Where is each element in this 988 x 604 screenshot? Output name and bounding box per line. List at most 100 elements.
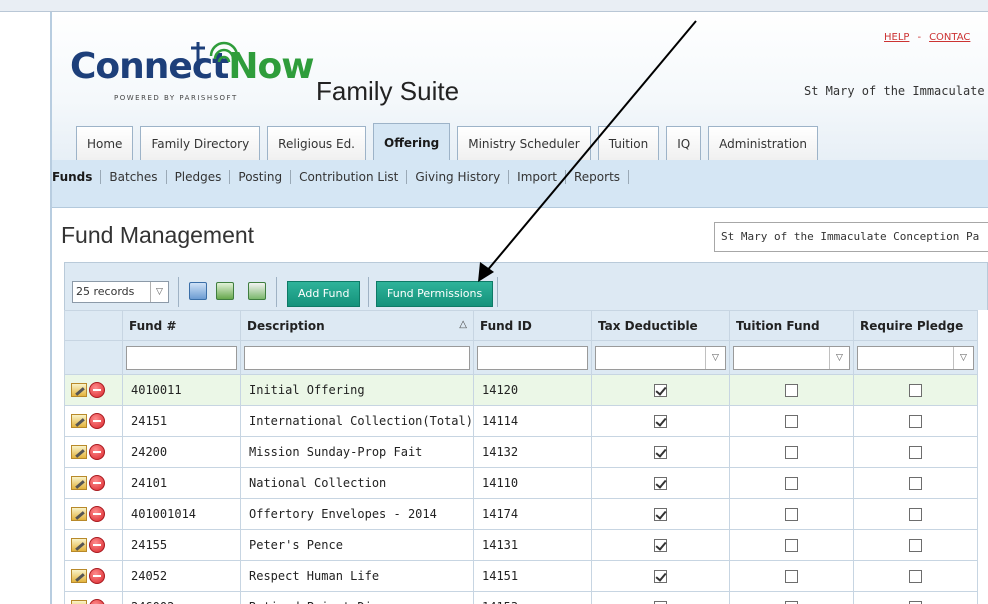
- require-pledge-checkbox[interactable]: [909, 477, 922, 490]
- contact-link[interactable]: CONTAC: [929, 32, 970, 43]
- subnav-import[interactable]: Import: [509, 170, 566, 184]
- delete-icon[interactable]: [89, 568, 105, 584]
- edit-icon[interactable]: [71, 414, 87, 428]
- tuition-fund-checkbox[interactable]: [785, 446, 798, 459]
- records-per-page-select[interactable]: 25 records ▽: [72, 281, 169, 303]
- delete-icon[interactable]: [89, 413, 105, 429]
- fund-id-cell: 14151: [473, 560, 592, 592]
- fund-number-cell: 24151: [122, 405, 241, 437]
- tuition-fund-checkbox[interactable]: [785, 477, 798, 490]
- tax-deductible-filter-select[interactable]: ▽: [595, 345, 726, 370]
- tuition-fund-checkbox[interactable]: [785, 508, 798, 521]
- table-row[interactable]: 246002Retired Priest Diocese14153: [64, 591, 978, 604]
- delete-icon[interactable]: [89, 382, 105, 398]
- column-header-fund-id[interactable]: Fund ID: [473, 310, 592, 341]
- edit-icon[interactable]: [71, 538, 87, 552]
- sort-ascending-icon: △: [459, 318, 467, 330]
- tax-deductible-checkbox[interactable]: [654, 446, 667, 459]
- require-pledge-checkbox[interactable]: [909, 570, 922, 583]
- tab-tuition[interactable]: Tuition: [597, 126, 660, 160]
- table-row[interactable]: 401001014 Offertory Envelopes - 2014 14174: [64, 498, 978, 530]
- connectnow-logo[interactable]: ConnectNow POWERED BY PARISHSOFT: [70, 38, 315, 108]
- description-cell: Initial Offering: [240, 374, 474, 406]
- tax-deductible-checkbox[interactable]: [654, 477, 667, 490]
- subnav-posting[interactable]: Posting: [230, 170, 292, 184]
- tab-home[interactable]: Home: [76, 126, 134, 160]
- wifi-cross-icon: [191, 41, 239, 64]
- tuition-fund-checkbox[interactable]: [785, 415, 798, 428]
- table-row[interactable]: 24200 Mission Sunday-Prop Fait 14132: [64, 436, 978, 468]
- main-tabs: Home Family Directory Religious Ed. Offe…: [76, 123, 825, 160]
- require-pledge-checkbox[interactable]: [909, 508, 922, 521]
- tuition-fund-checkbox[interactable]: [785, 570, 798, 583]
- tax-deductible-checkbox[interactable]: [654, 539, 667, 552]
- help-link[interactable]: HELP: [884, 32, 909, 43]
- subnav-giving-history[interactable]: Giving History: [407, 170, 510, 184]
- require-pledge-cell: [853, 436, 978, 468]
- column-header-fund-number[interactable]: Fund #: [122, 310, 241, 341]
- tab-administration[interactable]: Administration: [708, 126, 818, 160]
- add-fund-button[interactable]: Add Fund: [287, 281, 361, 307]
- delete-icon[interactable]: [89, 506, 105, 522]
- subnav-batches[interactable]: Batches: [101, 170, 167, 184]
- subnav-reports[interactable]: Reports: [566, 170, 630, 184]
- tuition-fund-checkbox[interactable]: [785, 384, 798, 397]
- parish-select[interactable]: St Mary of the Immaculate Conception Pa: [714, 222, 988, 252]
- table-row[interactable]: 24155 Peter's Pence 14131: [64, 529, 978, 561]
- row-actions: [64, 591, 123, 604]
- tax-deductible-checkbox[interactable]: [654, 384, 667, 397]
- require-pledge-cell: [853, 591, 978, 604]
- description-filter-input[interactable]: [244, 345, 470, 370]
- require-pledge-cell: [853, 405, 978, 437]
- tuition-fund-checkbox[interactable]: [785, 539, 798, 552]
- table-row[interactable]: 24151 International Collection(Total) 1411…: [64, 405, 978, 437]
- tab-iq[interactable]: IQ: [666, 126, 702, 160]
- table-row[interactable]: 24052 Respect Human Life 14151: [64, 560, 978, 592]
- tax-deductible-checkbox[interactable]: [654, 570, 667, 583]
- fund-id-cell: 14174: [473, 498, 592, 530]
- delete-icon[interactable]: [89, 599, 105, 604]
- subnav-contribution-list[interactable]: Contribution List: [291, 170, 408, 184]
- tab-religious-ed[interactable]: Religious Ed.: [267, 126, 366, 160]
- table-row[interactable]: 24101 National Collection 14110: [64, 467, 978, 499]
- fund-permissions-button[interactable]: Fund Permissions: [376, 281, 494, 307]
- tab-family-directory[interactable]: Family Directory: [140, 126, 261, 160]
- delete-icon[interactable]: [89, 537, 105, 553]
- tab-ministry-scheduler[interactable]: Ministry Scheduler: [457, 126, 591, 160]
- require-pledge-checkbox[interactable]: [909, 415, 922, 428]
- edit-icon[interactable]: [71, 507, 87, 521]
- fund-number-filter-input[interactable]: [126, 345, 237, 370]
- edit-icon[interactable]: [71, 383, 87, 397]
- column-header-description[interactable]: Description △: [240, 310, 474, 341]
- edit-icon[interactable]: [71, 600, 87, 604]
- edit-icon[interactable]: [71, 476, 87, 490]
- delete-icon[interactable]: [89, 444, 105, 460]
- chevron-down-icon: ▽: [150, 282, 168, 302]
- require-pledge-checkbox[interactable]: [909, 539, 922, 552]
- require-pledge-checkbox[interactable]: [909, 384, 922, 397]
- save-grid-icon[interactable]: [189, 282, 207, 300]
- tax-deductible-checkbox[interactable]: [654, 415, 667, 428]
- toolbar-divider: [497, 277, 498, 307]
- tax-deductible-checkbox[interactable]: [654, 508, 667, 521]
- subnav-pledges[interactable]: Pledges: [167, 170, 231, 184]
- column-header-tax-deductible[interactable]: Tax Deductible: [591, 310, 730, 341]
- delete-icon[interactable]: [89, 475, 105, 491]
- tab-offering[interactable]: Offering: [373, 123, 451, 160]
- edit-icon[interactable]: [71, 569, 87, 583]
- column-header-tuition-fund[interactable]: Tuition Fund: [729, 310, 854, 341]
- table-row[interactable]: 4010011 Initial Offering 14120: [64, 374, 978, 406]
- fund-id-filter-input[interactable]: [477, 345, 588, 370]
- require-pledge-checkbox[interactable]: [909, 446, 922, 459]
- column-header-require-pledge[interactable]: Require Pledge: [853, 310, 978, 341]
- edit-icon[interactable]: [71, 445, 87, 459]
- row-actions: [64, 467, 123, 499]
- subnav-funds[interactable]: Funds: [52, 170, 102, 184]
- refresh-grid-icon[interactable]: [216, 282, 234, 300]
- tuition-fund-filter-select[interactable]: ▽: [733, 345, 850, 370]
- fund-number-cell: 24052: [122, 560, 241, 592]
- row-actions: [64, 560, 123, 592]
- export-excel-icon[interactable]: [248, 282, 266, 300]
- description-cell: Offertory Envelopes - 2014: [240, 498, 474, 530]
- require-pledge-filter-select[interactable]: ▽: [857, 345, 974, 370]
